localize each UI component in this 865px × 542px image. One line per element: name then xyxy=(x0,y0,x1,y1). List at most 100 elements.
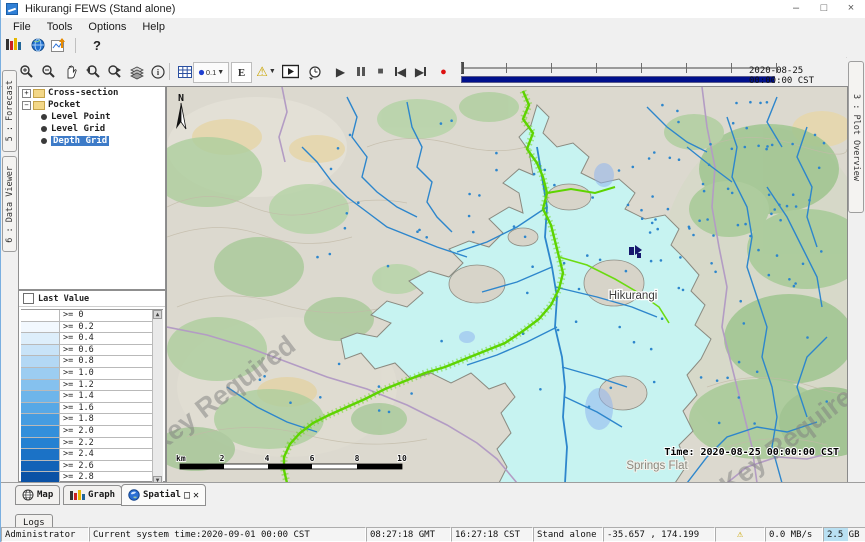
panel-maximize-icon[interactable]: □ xyxy=(184,490,190,501)
status-warning-cell[interactable]: ⚠ xyxy=(715,527,765,542)
expand-icon[interactable]: + xyxy=(22,89,31,98)
spatial-globe-icon xyxy=(128,489,140,501)
scale-unit: km xyxy=(176,454,186,463)
legend-label: >= 0.8 xyxy=(60,356,94,367)
tree-item-cross-section[interactable]: + Cross-section xyxy=(19,87,165,99)
animation-timer-icon[interactable] xyxy=(305,62,324,81)
legend-rows: >= 0>= 0.2>= 0.4>= 0.6>= 0.8>= 1.0>= 1.2… xyxy=(21,310,153,485)
record-button[interactable]: ● xyxy=(434,62,453,81)
legend-label: >= 1.2 xyxy=(60,380,94,391)
tree-label: Level Point xyxy=(51,112,111,122)
legend-color-swatch xyxy=(21,438,60,449)
timeline-tick xyxy=(641,63,642,73)
scale-tick: 2 xyxy=(220,454,225,463)
folder-icon xyxy=(33,101,45,110)
node-bullet-icon xyxy=(41,114,47,120)
tab-plot-overview[interactable]: 3 : Plot Overview xyxy=(848,61,864,213)
legend-row[interactable]: >= 0.4 xyxy=(21,333,153,345)
contour-interval-dropdown[interactable]: 0.1 ▼ xyxy=(193,62,229,83)
tree-item-depth-grid[interactable]: Depth Grid xyxy=(19,135,165,147)
grid-layer-icon[interactable] xyxy=(175,62,194,81)
last-step-button[interactable]: ▶ xyxy=(411,62,430,81)
legend-label: >= 2.0 xyxy=(60,426,94,437)
contour-interval-value: 0.1 xyxy=(206,68,216,77)
scale-tick: 4 xyxy=(265,454,270,463)
stop-button[interactable]: ■ xyxy=(371,62,390,81)
map-toolbar: i 0.1 ▼ E ⚠ ▼ ▶ ■ ◀ ▶ ● 2020-08-25 00:00… xyxy=(1,57,846,87)
tree-item-level-grid[interactable]: Level Grid xyxy=(19,123,165,135)
svg-text:N: N xyxy=(178,93,184,104)
zoom-in-icon[interactable] xyxy=(17,62,36,81)
legend-row[interactable]: >= 1.6 xyxy=(21,403,153,415)
play-button[interactable]: ▶ xyxy=(331,62,350,81)
layers-icon[interactable] xyxy=(127,62,146,81)
scroll-up-icon[interactable]: ▲ xyxy=(153,310,162,319)
area-label: Springs Flat xyxy=(626,460,688,472)
legend-row[interactable]: >= 1.0 xyxy=(21,368,153,380)
legend-color-swatch xyxy=(21,380,60,391)
tab-spatial[interactable]: Spatial □ ✕ xyxy=(121,484,206,506)
map-time-label: Time: 2020-08-25 00:00:00 CST xyxy=(664,446,839,458)
pan-hand-icon[interactable] xyxy=(61,62,80,81)
sidebar-tab-forecast[interactable]: 5 : Forecast xyxy=(2,70,17,152)
map-canvas: API Key Required API Key Required Hikura… xyxy=(167,87,847,483)
legend-color-swatch xyxy=(21,356,60,367)
legend-row[interactable]: >= 2.2 xyxy=(21,438,153,450)
timeline-slider[interactable] xyxy=(461,63,776,73)
maximize-button[interactable]: □ xyxy=(815,1,833,16)
warning-threshold-dropdown[interactable]: ⚠ ▼ xyxy=(253,62,279,81)
legend-color-swatch xyxy=(21,426,60,437)
info-icon[interactable]: i xyxy=(148,62,167,81)
minimize-button[interactable]: – xyxy=(787,1,805,16)
legend-row[interactable]: >= 1.8 xyxy=(21,414,153,426)
last-value-checkbox[interactable] xyxy=(23,293,34,304)
tab-plot-overview-label: 3 : Plot Overview xyxy=(851,94,861,181)
window-title: Hikurangi FEWS (Stand alone) xyxy=(25,3,175,15)
node-bullet-icon xyxy=(41,126,47,132)
legend-row[interactable]: >= 1.4 xyxy=(21,391,153,403)
status-user: Administrator xyxy=(1,527,89,542)
legend-row[interactable]: >= 2.4 xyxy=(21,449,153,461)
movie-player-icon[interactable] xyxy=(281,62,300,81)
tree-item-level-point[interactable]: Level Point xyxy=(19,111,165,123)
legend-row[interactable]: >= 2.6 xyxy=(21,461,153,473)
tab-graph[interactable]: Graph xyxy=(63,485,122,505)
zoom-out-icon[interactable] xyxy=(39,62,58,81)
menu-bar: File Tools Options Help xyxy=(1,18,865,35)
legend-scrollbar[interactable]: ▲ ▼ xyxy=(152,310,163,485)
legend-label: >= 0 xyxy=(60,310,83,321)
menu-tools[interactable]: Tools xyxy=(40,20,80,34)
menu-help[interactable]: Help xyxy=(135,20,172,34)
close-button[interactable]: × xyxy=(842,1,860,16)
legend-color-swatch xyxy=(21,333,60,344)
collapse-icon[interactable]: − xyxy=(22,101,31,110)
database-icon[interactable] xyxy=(6,38,21,54)
globe-icon[interactable] xyxy=(31,38,45,54)
app-icon xyxy=(6,3,18,15)
timeseries-chart-icon[interactable] xyxy=(51,38,67,54)
legend-row[interactable]: >= 0.2 xyxy=(21,322,153,334)
profile-icon[interactable]: E xyxy=(231,62,252,83)
sidebar-tab-data-viewer-label: 6 : Data Viewer xyxy=(5,166,15,243)
menu-options[interactable]: Options xyxy=(81,20,133,34)
first-step-button[interactable]: ◀ xyxy=(391,62,410,81)
legend-row[interactable]: >= 1.2 xyxy=(21,380,153,392)
sidebar-tab-data-viewer[interactable]: 6 : Data Viewer xyxy=(2,156,17,252)
help-icon[interactable]: ? xyxy=(93,38,101,54)
toolbar-separator xyxy=(169,63,170,80)
status-coordinates: -35.657 , 174.199 xyxy=(603,527,715,542)
map-view[interactable]: API Key Required API Key Required Hikura… xyxy=(166,86,848,484)
legend-row[interactable]: >= 0.8 xyxy=(21,356,153,368)
zoom-next-icon[interactable] xyxy=(105,62,124,81)
toolbar-separator xyxy=(75,38,76,53)
pause-button[interactable] xyxy=(351,62,370,81)
tab-map[interactable]: Map xyxy=(15,485,60,505)
panel-close-icon[interactable]: ✕ xyxy=(193,490,199,501)
legend-row[interactable]: >= 0 xyxy=(21,310,153,322)
legend-row[interactable]: >= 2.0 xyxy=(21,426,153,438)
tab-graph-label: Graph xyxy=(88,490,115,500)
tree-item-pocket[interactable]: − Pocket xyxy=(19,99,165,111)
menu-file[interactable]: File xyxy=(6,20,38,34)
zoom-previous-icon[interactable] xyxy=(83,62,102,81)
legend-row[interactable]: >= 0.6 xyxy=(21,345,153,357)
